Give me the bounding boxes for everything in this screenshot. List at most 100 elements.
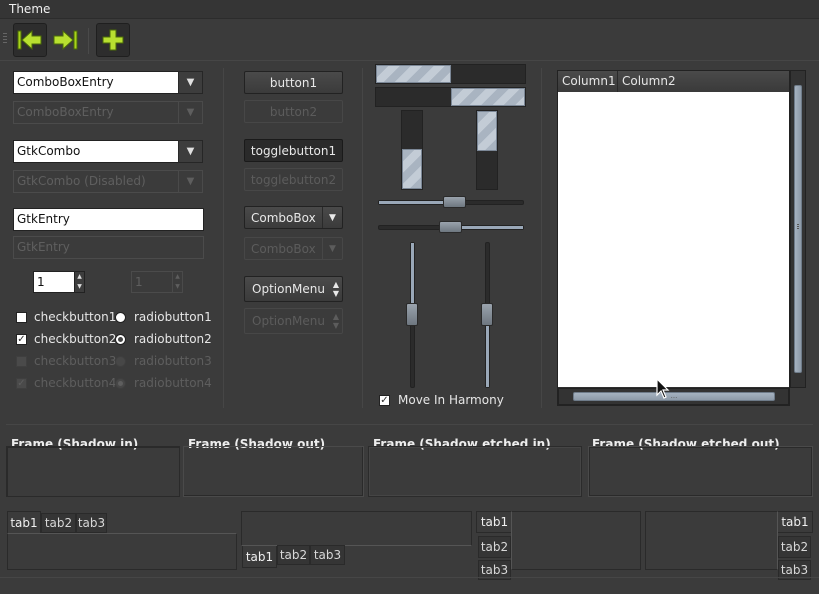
- vertical-scrollbar[interactable]: [790, 70, 806, 388]
- column-2-label: Column2: [622, 74, 676, 88]
- toolbar-bottom-separator: [0, 60, 819, 61]
- back-button[interactable]: [13, 23, 47, 57]
- progress-fill: [402, 149, 422, 189]
- notebook-bottom-tab2[interactable]: tab2: [277, 545, 310, 565]
- column-separator: [541, 68, 542, 408]
- chevron-down-icon[interactable]: ▼: [178, 71, 203, 94]
- combobox-entry-input[interactable]: ComboBoxEntry: [13, 71, 179, 94]
- horizontal-scrollbar[interactable]: ...: [558, 388, 789, 405]
- frame-etched-out: [588, 446, 813, 497]
- radio-2[interactable]: [115, 334, 126, 345]
- notebook-bottom-tab3[interactable]: tab3: [310, 545, 345, 565]
- menu-theme[interactable]: Theme: [9, 2, 50, 16]
- tree-column-header-1[interactable]: Column1: [558, 71, 618, 92]
- option-menu[interactable]: OptionMenu ▲ ▼: [244, 276, 343, 302]
- checkbox-4: ✓: [16, 378, 27, 389]
- radio-3-label: radiobutton3: [134, 354, 212, 368]
- combobox-dropdown[interactable]: ComboBox ▼: [244, 206, 343, 229]
- gtkcombo-disabled: GtkCombo (Disabled): [13, 170, 179, 193]
- chevron-down-icon: ▼: [178, 170, 203, 193]
- checkbox-4-label: checkbutton4: [34, 376, 117, 390]
- chevron-down-icon[interactable]: ▼: [178, 140, 203, 163]
- updown-icon: ▲ ▼: [332, 280, 339, 298]
- tree-view-body[interactable]: [558, 92, 789, 387]
- vscale-1-thumb[interactable]: [406, 303, 418, 326]
- scroll-grip: ...: [670, 392, 678, 400]
- spin-stepper[interactable]: ▲ ▼: [74, 271, 85, 293]
- forward-button[interactable]: [48, 23, 82, 57]
- arrow-right-icon: [53, 29, 78, 51]
- chevron-down-icon: ▼: [322, 207, 342, 228]
- tree-column-header-2[interactable]: Column2: [618, 71, 789, 92]
- hscale-1-fill: [379, 201, 449, 204]
- column-separator: [223, 68, 224, 408]
- combobox-disabled: ComboBox ▼: [244, 237, 343, 260]
- chevron-down-icon: ▼: [322, 238, 342, 259]
- toolbar-grip[interactable]: [3, 33, 7, 45]
- bottom-separator: [0, 577, 819, 578]
- notebook-bottom-tab1[interactable]: tab1: [242, 546, 277, 568]
- notebook-left-tab1[interactable]: tab1: [476, 511, 512, 533]
- progress-bar-h2: [375, 87, 526, 107]
- add-button[interactable]: [96, 23, 130, 57]
- hscale-2-thumb[interactable]: [439, 221, 462, 233]
- combobox-label: ComboBox: [251, 210, 316, 225]
- progress-bar-h1: [375, 64, 526, 84]
- vscale-2-thumb[interactable]: [481, 303, 493, 326]
- notebook-left-page: [511, 511, 641, 570]
- notebook-top-tab1[interactable]: tab1: [7, 511, 41, 533]
- frame-shadow-in: [6, 446, 180, 497]
- checkbox-3-label: checkbutton3: [34, 354, 117, 368]
- progress-bar-v1: [401, 110, 423, 190]
- checkbox-1[interactable]: [16, 312, 27, 323]
- notebook-top-tab2[interactable]: tab2: [41, 513, 76, 533]
- progress-fill: [477, 111, 497, 151]
- scroll-grip: [797, 224, 799, 230]
- progress-bar-v2: [476, 110, 498, 190]
- combobox-disabled-label: ComboBox: [251, 241, 316, 256]
- button-2: button2: [244, 100, 343, 123]
- combobox-entry-disabled: ComboBoxEntry: [13, 101, 179, 124]
- frame-etched-in: [368, 446, 582, 497]
- move-in-harmony-checkbox[interactable]: ✓: [379, 395, 390, 406]
- column-separator: [362, 68, 363, 408]
- checkbox-2-label: checkbutton2: [34, 332, 117, 346]
- hscale-2-fill: [453, 226, 523, 229]
- checkbox-2[interactable]: ✓: [16, 334, 27, 345]
- progress-fill: [376, 65, 451, 83]
- spin-stepper-disabled: ▲ ▼: [172, 271, 183, 293]
- menubar: Theme: [0, 0, 819, 19]
- notebook-top-tab3[interactable]: tab3: [76, 513, 107, 533]
- toggle-button-1[interactable]: togglebutton1: [244, 139, 343, 162]
- notebook-right-page: [645, 511, 778, 570]
- move-in-harmony-label: Move In Harmony: [398, 393, 504, 407]
- plus-icon: [102, 29, 124, 51]
- checkbox-3: [16, 356, 27, 367]
- checkbox-1-label: checkbutton1: [34, 310, 117, 324]
- notebook-top-page: [7, 533, 237, 570]
- toolbar-separator: [88, 28, 89, 54]
- notebook-left-tab2[interactable]: tab2: [478, 536, 511, 558]
- radio-3: [115, 356, 126, 367]
- hscale-1-thumb[interactable]: [443, 196, 466, 208]
- option-menu-disabled-label: OptionMenu: [252, 314, 325, 328]
- horizontal-scroll-thumb[interactable]: ...: [573, 392, 775, 401]
- spin-input[interactable]: 1: [33, 271, 75, 293]
- toggle-button-2: togglebutton2: [244, 168, 343, 191]
- button-1[interactable]: button1: [244, 71, 343, 94]
- radio-4: [115, 378, 126, 389]
- radio-2-label: radiobutton2: [134, 332, 212, 346]
- radio-4-label: radiobutton4: [134, 376, 212, 390]
- option-menu-disabled: OptionMenu ▲ ▼: [244, 308, 343, 334]
- frame-shadow-out: [183, 446, 364, 497]
- notebook-right-tab2[interactable]: tab2: [778, 536, 811, 558]
- gtkentry-input[interactable]: GtkEntry: [13, 208, 204, 231]
- frames-separator: [6, 424, 813, 425]
- radio-1[interactable]: [115, 312, 126, 323]
- mouse-pointer-icon: [656, 378, 670, 399]
- vscale-2-fill: [486, 317, 489, 387]
- option-menu-label: OptionMenu: [252, 282, 325, 296]
- notebook-right-tab1[interactable]: tab1: [778, 511, 813, 533]
- gtkcombo-input[interactable]: GtkCombo: [13, 140, 179, 163]
- gtkentry-disabled: GtkEntry: [13, 236, 204, 259]
